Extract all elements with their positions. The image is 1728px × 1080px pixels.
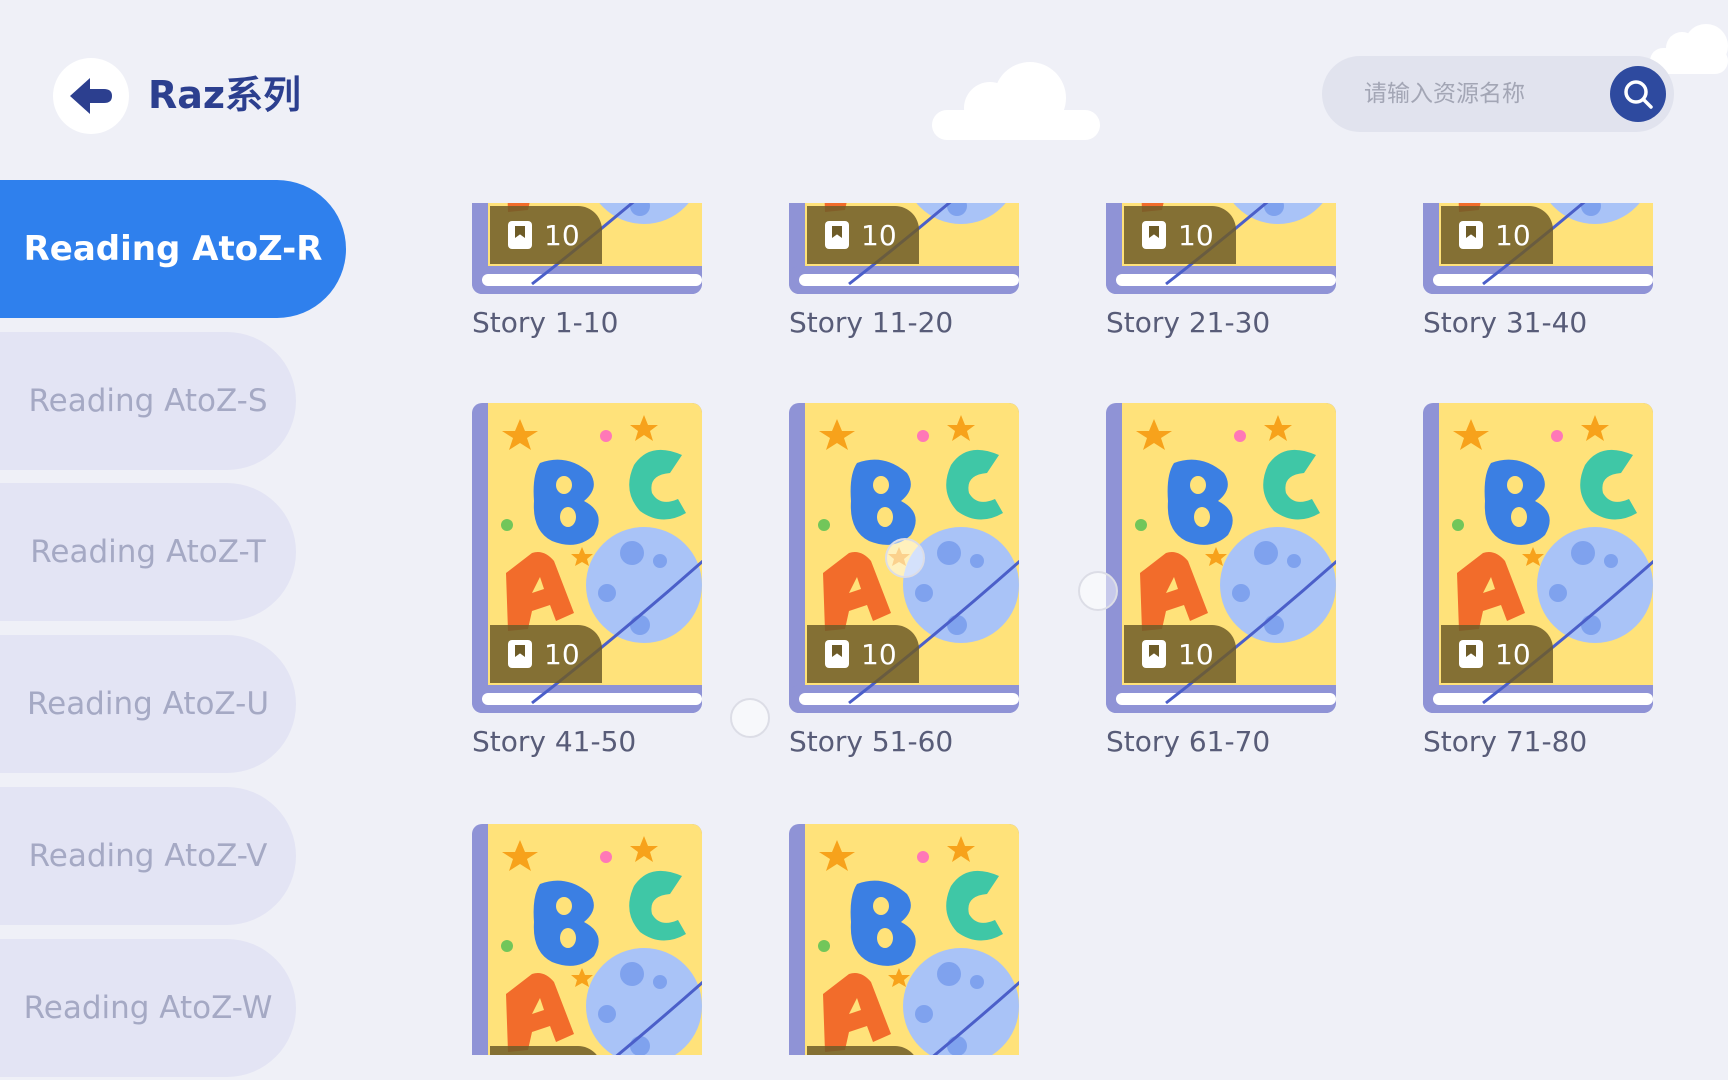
count-badge: 10 <box>1441 206 1553 264</box>
book-card[interactable]: 10 <box>472 824 702 1055</box>
sidebar-item-atoz-w[interactable]: Reading AtoZ-W <box>0 939 296 1077</box>
bookmark-icon <box>1459 640 1483 668</box>
count-badge: 10 <box>1441 625 1553 683</box>
book-card[interactable]: 10 Story 61-70 <box>1106 403 1336 758</box>
book-card[interactable]: 10 Story 31-40 <box>1423 203 1653 339</box>
arrow-left-icon <box>70 78 112 114</box>
book-title: Story 51-60 <box>789 725 954 758</box>
back-button[interactable] <box>53 58 129 134</box>
bookmark-icon <box>1459 221 1483 249</box>
book-grid: 10 Story 1-10 10 Story 11-20 10 Story 21… <box>440 203 1660 1055</box>
page-title: Raz系列 <box>148 73 302 117</box>
sidebar-item-atoz-t[interactable]: Reading AtoZ-T <box>0 483 296 621</box>
book-title: Story 41-50 <box>472 725 637 758</box>
sidebar-item-atoz-s[interactable]: Reading AtoZ-S <box>0 332 296 470</box>
book-title: Story 31-40 <box>1423 306 1588 339</box>
cloud-decoration <box>932 62 1100 140</box>
count-badge: 10 <box>807 1046 919 1055</box>
search-input[interactable] <box>1364 81 1594 107</box>
bookmark-icon <box>1142 640 1166 668</box>
book-cover <box>472 824 702 1055</box>
book-title: Story 11-20 <box>789 306 954 339</box>
count-badge: 10 <box>1124 206 1236 264</box>
book-title: Story 61-70 <box>1106 725 1271 758</box>
book-title: Story 71-80 <box>1423 725 1588 758</box>
search-bar <box>1322 56 1674 132</box>
bookmark-icon <box>825 640 849 668</box>
book-card[interactable]: 10 Story 71-80 <box>1423 403 1653 758</box>
book-card[interactable]: 10 Story 21-30 <box>1106 203 1336 339</box>
count-badge: 10 <box>807 625 919 683</box>
bookmark-icon <box>1142 221 1166 249</box>
book-card[interactable]: 10 Story 41-50 <box>472 403 702 758</box>
count-badge: 10 <box>490 625 602 683</box>
touch-ripple <box>1078 571 1118 611</box>
book-cover <box>789 824 1019 1055</box>
book-title: Story 1-10 <box>472 306 619 339</box>
book-card[interactable]: 10 Story 11-20 <box>789 203 1019 339</box>
count-badge: 10 <box>490 1046 602 1055</box>
count-badge: 10 <box>1124 625 1236 683</box>
book-card[interactable]: 10 Story 1-10 <box>472 203 702 339</box>
count-badge: 10 <box>490 206 602 264</box>
search-icon <box>1624 80 1653 109</box>
count-badge: 10 <box>807 206 919 264</box>
bookmark-icon <box>825 221 849 249</box>
bookmark-icon <box>508 640 532 668</box>
touch-ripple <box>885 538 925 578</box>
sidebar-item-atoz-u[interactable]: Reading AtoZ-U <box>0 635 296 773</box>
bookmark-icon <box>508 221 532 249</box>
book-card[interactable]: 10 <box>789 824 1019 1055</box>
search-button[interactable] <box>1610 66 1666 122</box>
book-title: Story 21-30 <box>1106 306 1271 339</box>
touch-ripple <box>730 698 770 738</box>
sidebar-item-atoz-r[interactable]: Reading AtoZ-R <box>0 180 346 318</box>
sidebar-item-atoz-v[interactable]: Reading AtoZ-V <box>0 787 296 925</box>
